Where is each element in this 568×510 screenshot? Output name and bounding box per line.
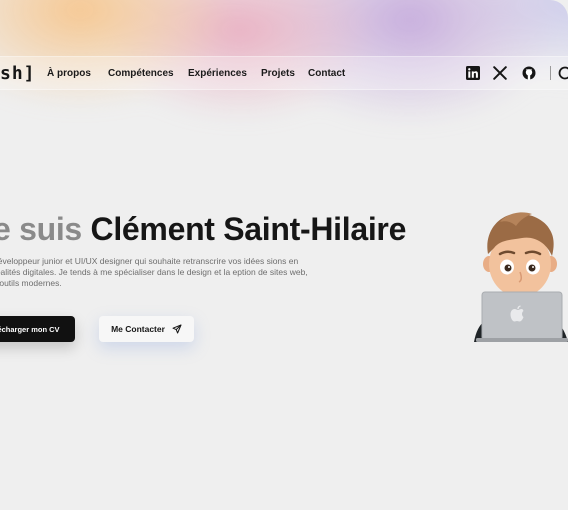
nav-link-contact[interactable]: Contact <box>308 68 345 79</box>
nav-divider <box>550 66 551 80</box>
x-icon[interactable] <box>493 66 507 80</box>
nav-link-experiences[interactable]: Expériences <box>188 68 247 79</box>
avatar <box>474 212 568 342</box>
search-icon[interactable] <box>557 65 568 81</box>
hero-description: développeur junior et UI/UX designer qui… <box>0 256 308 288</box>
download-cv-button[interactable]: écharger mon CV <box>0 316 75 342</box>
send-icon <box>172 324 182 334</box>
contact-button-label: Me Contacter <box>111 324 165 334</box>
nav-link-projets[interactable]: Projets <box>261 68 295 79</box>
logo[interactable]: sh] <box>0 63 36 84</box>
page-frame: sh] À propos Compétences Expériences Pro… <box>0 0 568 510</box>
hero-title-prefix: e suis <box>0 211 82 247</box>
download-cv-label: écharger mon CV <box>0 324 60 334</box>
github-icon[interactable] <box>522 66 536 80</box>
nav-link-competences[interactable]: Compétences <box>108 68 174 79</box>
nav-link-a-propos[interactable]: À propos <box>47 68 91 79</box>
hero-title: e suis Clément Saint-Hilaire <box>0 211 406 248</box>
navbar: sh] À propos Compétences Expériences Pro… <box>0 56 568 90</box>
linkedin-icon[interactable] <box>466 66 480 80</box>
contact-button[interactable]: Me Contacter <box>99 316 194 342</box>
hero-title-name: Clément Saint-Hilaire <box>90 211 407 247</box>
